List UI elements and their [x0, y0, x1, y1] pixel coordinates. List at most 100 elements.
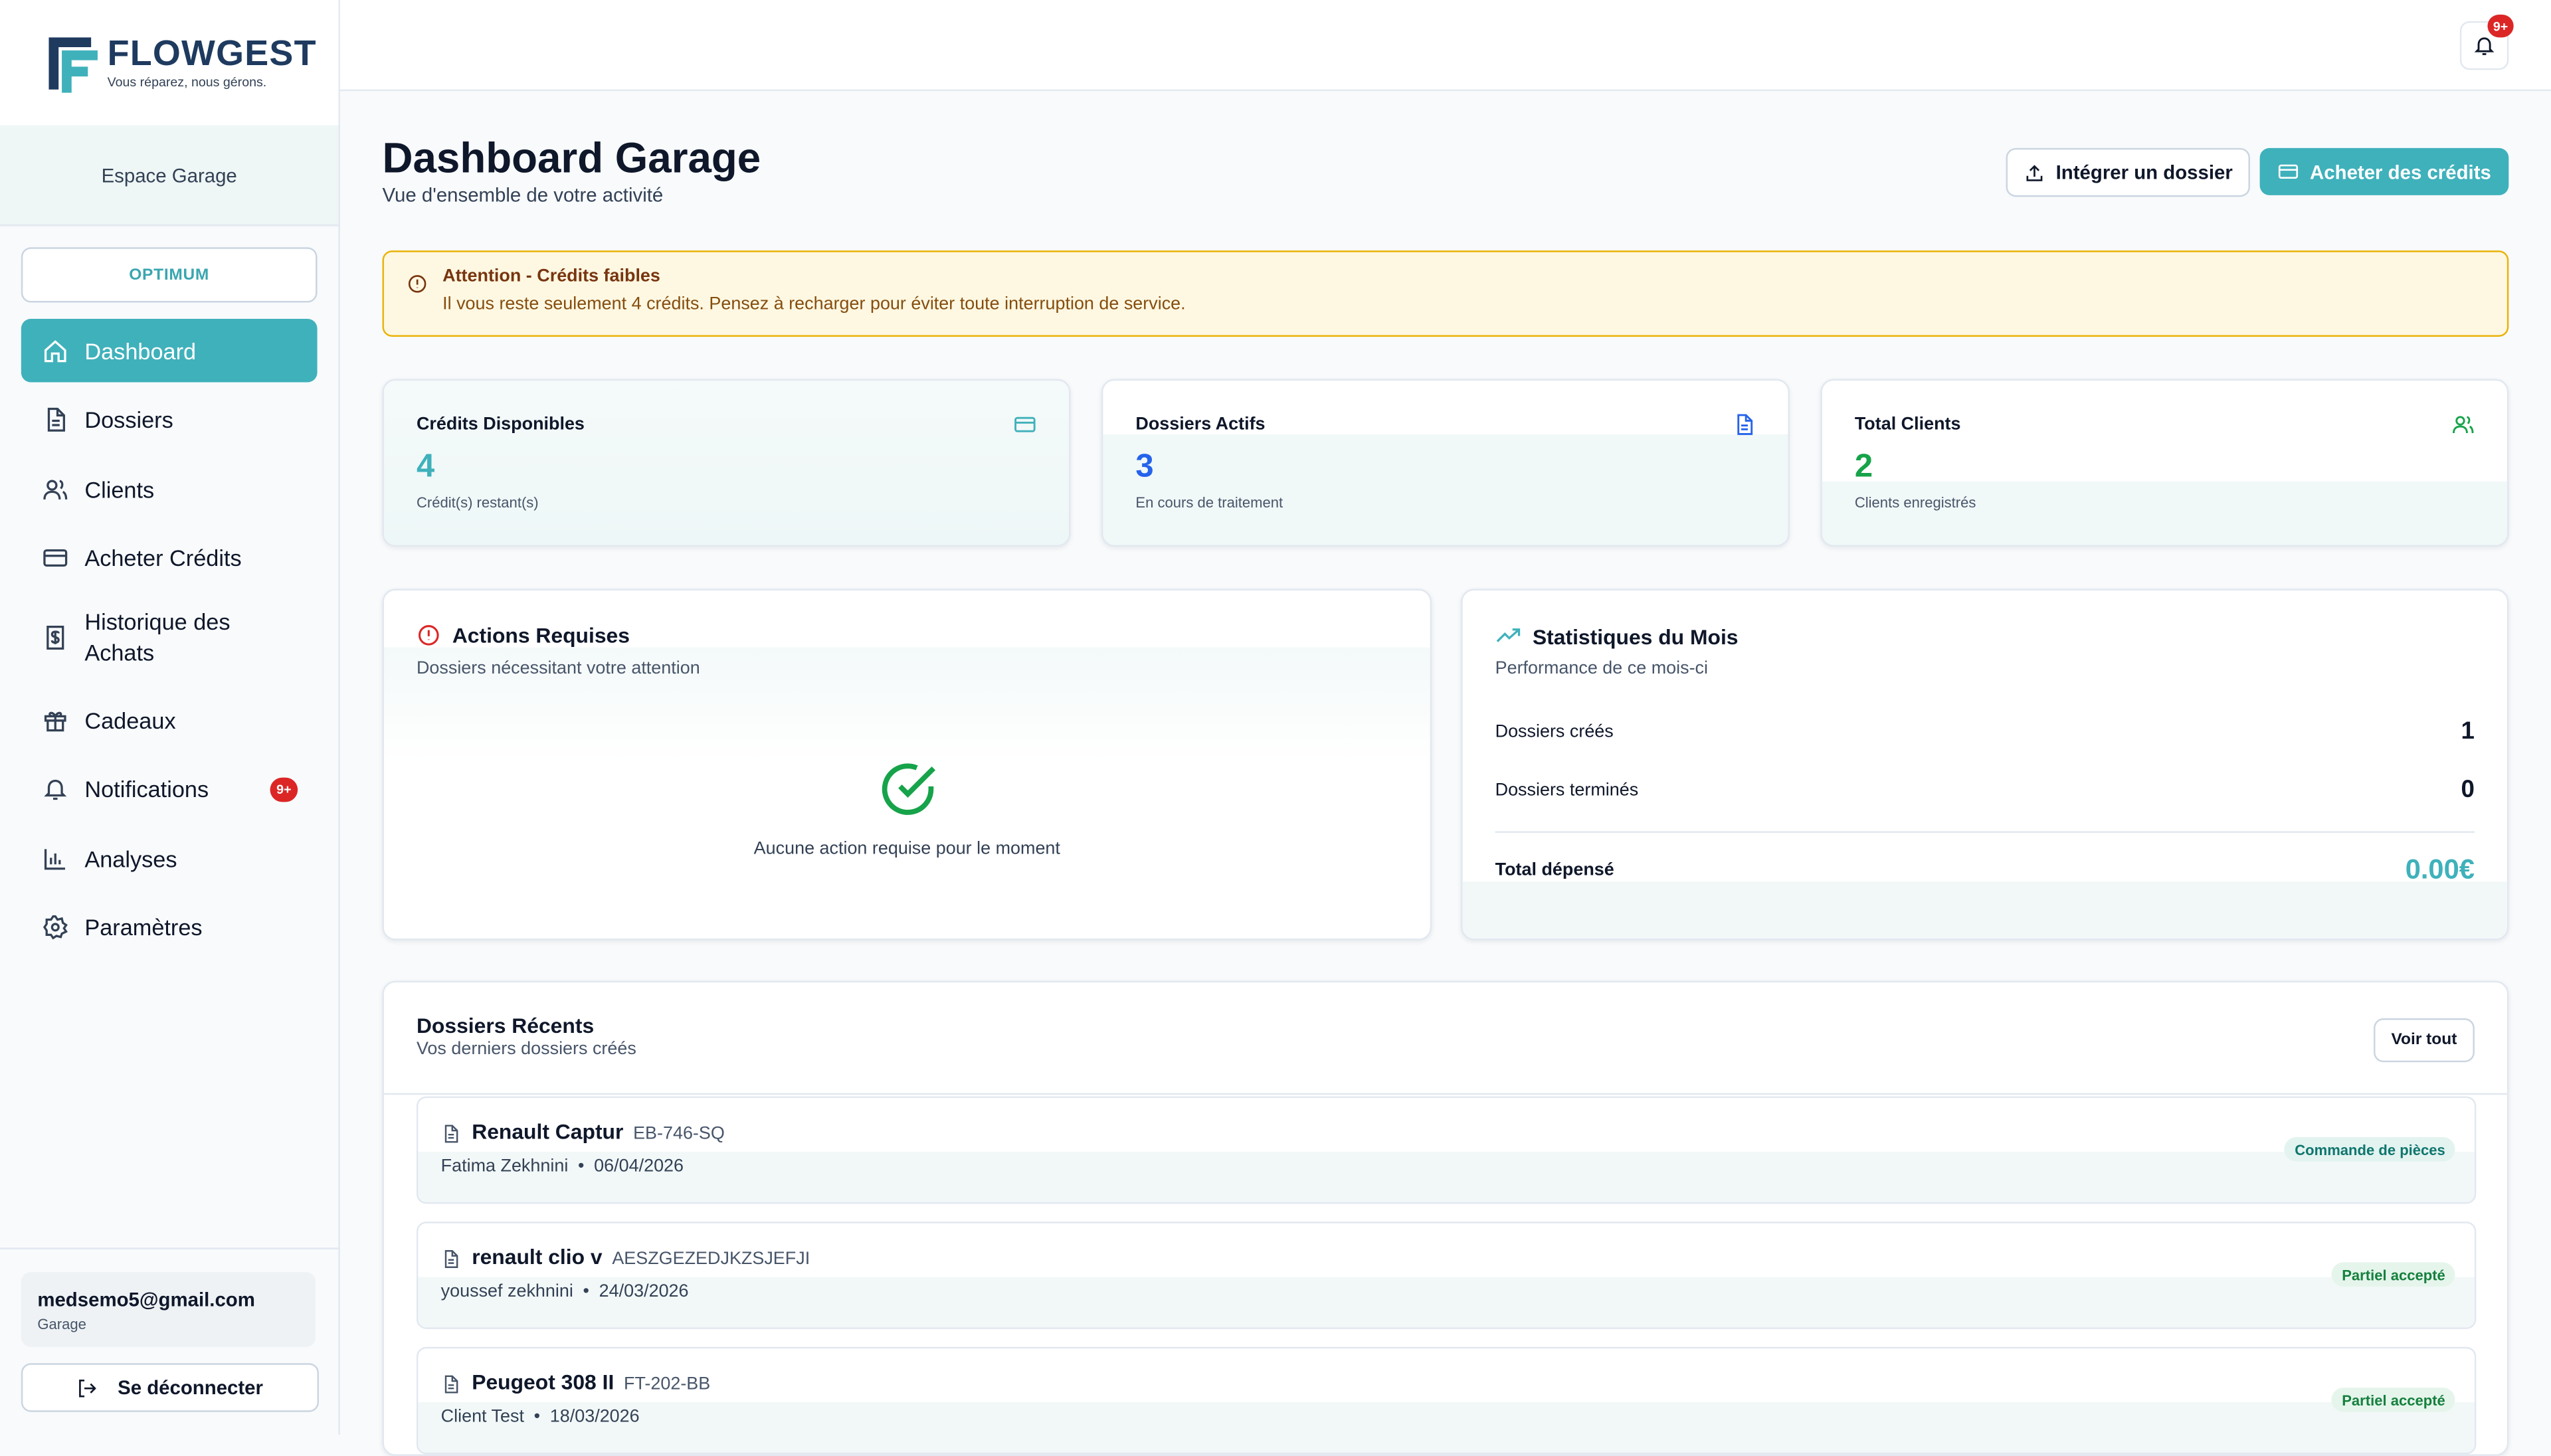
created-label: Dossiers créés [1495, 721, 1614, 741]
plate-number: FT-202-BB [623, 1374, 711, 1394]
alert-circle-icon [407, 273, 428, 302]
sidebar-item-dashboard[interactable]: Dashboard [21, 319, 318, 383]
sidebar-item-label: Paramètres [84, 914, 203, 941]
space-label: Espace Garage [0, 125, 339, 227]
vehicle-name: renault clio v [472, 1244, 603, 1269]
dossier-date: 18/03/2026 [549, 1407, 640, 1427]
notifications-button[interactable]: 9+ [2459, 15, 2514, 70]
monthly-subtitle: Performance de ce mois-ci [1495, 658, 1709, 679]
dossier-title: Renault Captur EB-746-SQ [472, 1119, 725, 1144]
topbar: 9+ [339, 0, 2551, 92]
sidebar-item-label: Clients [84, 476, 155, 502]
status-badge: Commande de pièces [2285, 1137, 2455, 1162]
stat-sub: Clients enregistrés [1854, 494, 1976, 511]
actions-title: Actions Requises [417, 623, 630, 648]
stat-label: Total Clients [1854, 414, 1961, 434]
done-label: Dossiers terminés [1495, 780, 1639, 800]
vehicle-name: Peugeot 308 II [472, 1370, 614, 1394]
monthly-title: Statistiques du Mois [1495, 623, 1739, 649]
flowgest-logo-icon [46, 30, 101, 95]
dossier-meta: Client Test • 18/03/2026 [440, 1407, 640, 1427]
file-icon [41, 405, 70, 434]
logout-label: Se déconnecter [118, 1376, 263, 1400]
sidebar-nav: Dashboard Dossiers Clients Acheter Crédi… [21, 319, 318, 959]
actions-subtitle: Dossiers nécessitant votre attention [416, 658, 700, 679]
alert-title: Attention - Crédits faibles [442, 266, 660, 287]
done-value: 0 [2461, 776, 2475, 804]
credits-stat-card: Crédits Disponibles 4 Crédit(s) restant(… [382, 379, 1071, 547]
logout-button[interactable]: Se déconnecter [21, 1363, 320, 1412]
view-all-button[interactable]: Voir tout [2374, 1018, 2475, 1063]
dossier-date: 06/04/2026 [594, 1156, 684, 1176]
clients-stat-card: Total Clients 2 Clients enregistrés [1820, 379, 2509, 547]
sidebar-item-analyses[interactable]: Analyses [21, 826, 318, 890]
sidebar-item-label: Acheter Crédits [84, 545, 242, 571]
total-row: Total dépensé 0.00€ [1495, 854, 2475, 887]
check-circle-icon [877, 758, 939, 828]
alert-text: Il vous reste seulement 4 crédits. Pense… [442, 294, 1186, 314]
dossier-row[interactable]: renault clio v AESZGEZEDJKZSJEFJI youssef… [416, 1222, 2477, 1329]
stat-value: 3 [1135, 448, 1154, 485]
plate-number: EB-746-SQ [633, 1124, 725, 1144]
dossier-row[interactable]: Peugeot 308 II FT-202-BB Client Test • 18/0… [416, 1346, 2477, 1455]
file-icon [441, 1247, 460, 1277]
credit-card-icon [41, 543, 70, 573]
plate-number: AESZGEZEDJKZSJEFJI [612, 1249, 810, 1269]
sidebar-item-label: Notifications [84, 776, 209, 802]
app-root: FLOWGEST Vous réparez, nous gérons. Espa… [0, 0, 2551, 1456]
sidebar-item-cadeaux[interactable]: Cadeaux [21, 688, 318, 752]
user-email: medsemo5@gmail.com [37, 1288, 255, 1311]
stat-label: Crédits Disponibles [416, 414, 585, 434]
stat-sub: Crédit(s) restant(s) [416, 494, 539, 511]
users-icon [41, 474, 70, 503]
dossier-meta: Fatima Zekhnini • 06/04/2026 [440, 1156, 684, 1176]
sidebar-item-acheter-credits[interactable]: Acheter Crédits [21, 526, 318, 590]
sidebar-item-label: Dashboard [84, 337, 197, 364]
user-card: medsemo5@gmail.com Garage [21, 1272, 316, 1347]
created-row: Dossiers créés 1 [1495, 717, 2475, 745]
sidebar: FLOWGEST Vous réparez, nous gérons. Espa… [0, 0, 340, 1435]
client-name: Fatima Zekhnini [440, 1156, 569, 1176]
import-dossier-button[interactable]: Intégrer un dossier [2006, 147, 2250, 197]
divider [383, 1093, 2507, 1095]
sidebar-item-dossiers[interactable]: Dossiers [21, 388, 318, 452]
done-row: Dossiers terminés 0 [1495, 776, 2475, 804]
total-label: Total dépensé [1495, 860, 1614, 880]
dossiers-stat-card: Dossiers Actifs 3 En cours de traitement [1101, 379, 1790, 547]
created-value: 1 [2461, 717, 2475, 745]
sidebar-item-clients[interactable]: Clients [21, 457, 318, 521]
sidebar-item-historique[interactable]: Historique des Achats [21, 595, 318, 678]
credit-card-icon [2278, 164, 2298, 179]
logo[interactable]: FLOWGEST Vous réparez, nous gérons. [0, 0, 339, 126]
gear-icon [41, 913, 70, 942]
dossier-title: renault clio v AESZGEZEDJKZSJEFJI [472, 1244, 810, 1269]
sidebar-item-notifications[interactable]: Notifications 9+ [21, 757, 318, 821]
buy-credits-label: Acheter des crédits [2310, 160, 2491, 183]
status-badge: Partiel accepté [2332, 1262, 2455, 1287]
low-credits-alert: Attention - Crédits faibles Il vous rest… [382, 250, 2509, 337]
bell-icon [41, 774, 70, 804]
empty-state-text: Aucune action requise pour le moment [753, 839, 1060, 860]
dossier-date: 24/03/2026 [599, 1281, 689, 1302]
client-name: youssef zekhnini [440, 1281, 573, 1302]
home-icon [41, 336, 70, 365]
trending-up-icon [1496, 628, 1521, 642]
sidebar-item-parametres[interactable]: Paramètres [21, 895, 318, 959]
bar-chart-icon [41, 844, 70, 873]
alert-circle-icon [419, 625, 439, 646]
page-title: Dashboard Garage [382, 133, 761, 183]
upload-icon [2026, 164, 2042, 181]
buy-credits-button[interactable]: Acheter des crédits [2259, 147, 2509, 195]
stat-sub: En cours de traitement [1135, 494, 1283, 511]
brand-tagline: Vous réparez, nous gérons. [107, 74, 267, 90]
sidebar-item-label: Dossiers [84, 407, 173, 433]
dossier-title: Peugeot 308 II FT-202-BB [472, 1370, 710, 1394]
file-icon [441, 1373, 460, 1402]
file-icon [1733, 413, 1755, 444]
dossier-meta: youssef zekhnini • 24/03/2026 [440, 1281, 689, 1302]
vehicle-name: Renault Captur [472, 1119, 624, 1144]
gift-icon [41, 705, 70, 735]
dossier-row[interactable]: Renault Captur EB-746-SQ Fatima Zekhnini •… [416, 1096, 2477, 1204]
recent-dossiers-card: Dossiers Récents Vos derniers dossiers c… [382, 980, 2509, 1456]
divider [1495, 831, 2475, 833]
